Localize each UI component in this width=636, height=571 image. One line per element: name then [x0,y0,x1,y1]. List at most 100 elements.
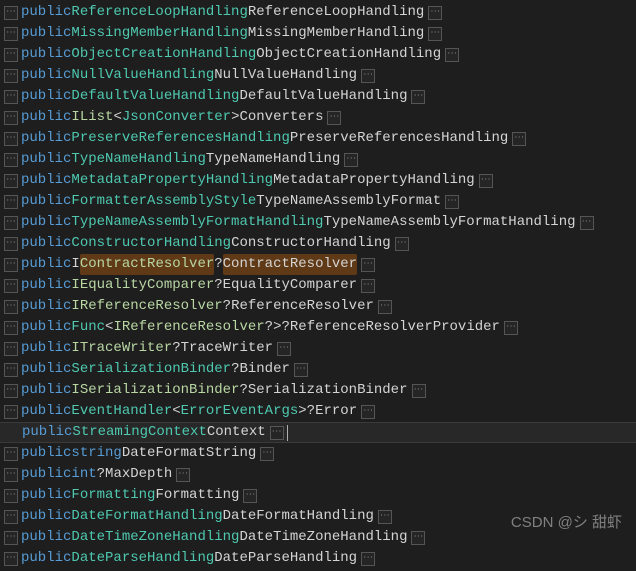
fold-icon[interactable] [4,48,18,62]
fold-icon[interactable] [294,363,308,377]
fold-icon[interactable] [4,237,18,251]
type-name: PreserveReferencesHandling [71,128,289,149]
fold-icon[interactable] [504,321,518,335]
code-line[interactable]: public IReferenceResolver? ReferenceReso… [0,296,636,317]
fold-icon[interactable] [270,426,284,440]
fold-icon[interactable] [4,489,18,503]
identifier: ReferenceResolverProvider [290,317,500,338]
fold-icon[interactable] [445,195,459,209]
fold-icon[interactable] [378,300,392,314]
fold-icon[interactable] [327,111,341,125]
identifier: SerializationBinder [248,380,408,401]
code-line[interactable]: public FormatterAssemblyStyle TypeNameAs… [0,191,636,212]
type-name: SerializationBinder [71,359,231,380]
fold-icon[interactable] [344,153,358,167]
keyword: public [21,548,71,569]
code-line[interactable]: public ISerializationBinder? Serializati… [0,380,636,401]
code-line[interactable]: public ObjectCreationHandling ObjectCrea… [0,44,636,65]
code-line[interactable]: public Func<IReferenceResolver?>? Refere… [0,317,636,338]
fold-icon[interactable] [412,384,426,398]
code-line[interactable]: public TypeNameHandling TypeNameHandling [0,149,636,170]
code-line[interactable]: public StreamingContext Context [0,422,636,443]
watermark: CSDN @シ 甜虾 [511,512,622,533]
fold-icon[interactable] [4,405,18,419]
punctuation: ? [223,296,231,317]
fold-icon[interactable] [4,69,18,83]
fold-icon[interactable] [4,27,18,41]
code-line[interactable]: public ConstructorHandling ConstructorHa… [0,233,636,254]
fold-icon[interactable] [4,132,18,146]
code-line[interactable]: public NullValueHandling NullValueHandli… [0,65,636,86]
fold-icon[interactable] [4,531,18,545]
code-line[interactable]: public int? MaxDepth [0,464,636,485]
punctuation: ?>? [265,317,290,338]
fold-icon[interactable] [411,531,425,545]
fold-icon[interactable] [411,90,425,104]
fold-icon[interactable] [4,363,18,377]
fold-icon[interactable] [580,216,594,230]
fold-icon[interactable] [4,300,18,314]
fold-icon[interactable] [445,48,459,62]
fold-icon[interactable] [277,342,291,356]
fold-icon[interactable] [428,6,442,20]
identifier: Converters [239,107,323,128]
identifier: I [71,254,79,275]
type-name: NullValueHandling [71,65,214,86]
fold-icon[interactable] [4,195,18,209]
fold-icon[interactable] [4,111,18,125]
fold-icon[interactable] [4,6,18,20]
code-line[interactable]: public PreserveReferencesHandling Preser… [0,128,636,149]
fold-icon[interactable] [479,174,493,188]
fold-icon[interactable] [378,510,392,524]
fold-icon[interactable] [361,69,375,83]
code-line[interactable]: public ReferenceLoopHandling ReferenceLo… [0,2,636,23]
code-line[interactable]: public DefaultValueHandling DefaultValue… [0,86,636,107]
code-line[interactable]: public MissingMemberHandling MissingMemb… [0,23,636,44]
fold-icon[interactable] [4,447,18,461]
code-line[interactable]: public MetadataPropertyHandling Metadata… [0,170,636,191]
keyword: public [21,380,71,401]
keyword: public [21,485,71,506]
punctuation: < [172,401,180,422]
code-editor[interactable]: public ReferenceLoopHandling ReferenceLo… [0,0,636,571]
code-line[interactable]: public ITraceWriter? TraceWriter [0,338,636,359]
fold-icon[interactable] [4,258,18,272]
code-line[interactable]: public EventHandler<ErrorEventArgs>? Err… [0,401,636,422]
fold-icon[interactable] [4,342,18,356]
code-line[interactable]: public SerializationBinder? Binder [0,359,636,380]
fold-icon[interactable] [4,90,18,104]
identifier: MissingMemberHandling [248,23,424,44]
identifier: TraceWriter [181,338,273,359]
code-line[interactable]: public IList<JsonConverter> Converters [0,107,636,128]
fold-icon[interactable] [4,384,18,398]
fold-icon[interactable] [361,552,375,566]
fold-icon[interactable] [4,468,18,482]
fold-icon[interactable] [176,468,190,482]
fold-icon[interactable] [361,258,375,272]
identifier: ConstructorHandling [231,233,391,254]
fold-icon[interactable] [243,489,257,503]
fold-icon[interactable] [4,216,18,230]
interface-name: IEqualityComparer [71,275,214,296]
identifier: DateParseHandling [214,548,357,569]
fold-icon[interactable] [4,174,18,188]
fold-icon[interactable] [395,237,409,251]
fold-icon[interactable] [361,279,375,293]
code-line[interactable]: public Formatting Formatting [0,485,636,506]
fold-icon[interactable] [260,447,274,461]
code-line[interactable]: public IContractResolver? ContractResolv… [0,254,636,275]
code-line[interactable]: public IEqualityComparer? EqualityCompar… [0,275,636,296]
fold-icon[interactable] [4,552,18,566]
fold-icon[interactable] [361,405,375,419]
code-line[interactable]: public string DateFormatString [0,443,636,464]
keyword: public [21,128,71,149]
fold-icon[interactable] [4,153,18,167]
code-line[interactable]: public DateParseHandling DateParseHandli… [0,548,636,569]
code-line[interactable]: public TypeNameAssemblyFormatHandling Ty… [0,212,636,233]
fold-icon[interactable] [4,510,18,524]
fold-icon[interactable] [428,27,442,41]
fold-icon[interactable] [4,321,18,335]
fold-icon[interactable] [512,132,526,146]
fold-icon[interactable] [4,279,18,293]
identifier: TypeNameHandling [206,149,340,170]
